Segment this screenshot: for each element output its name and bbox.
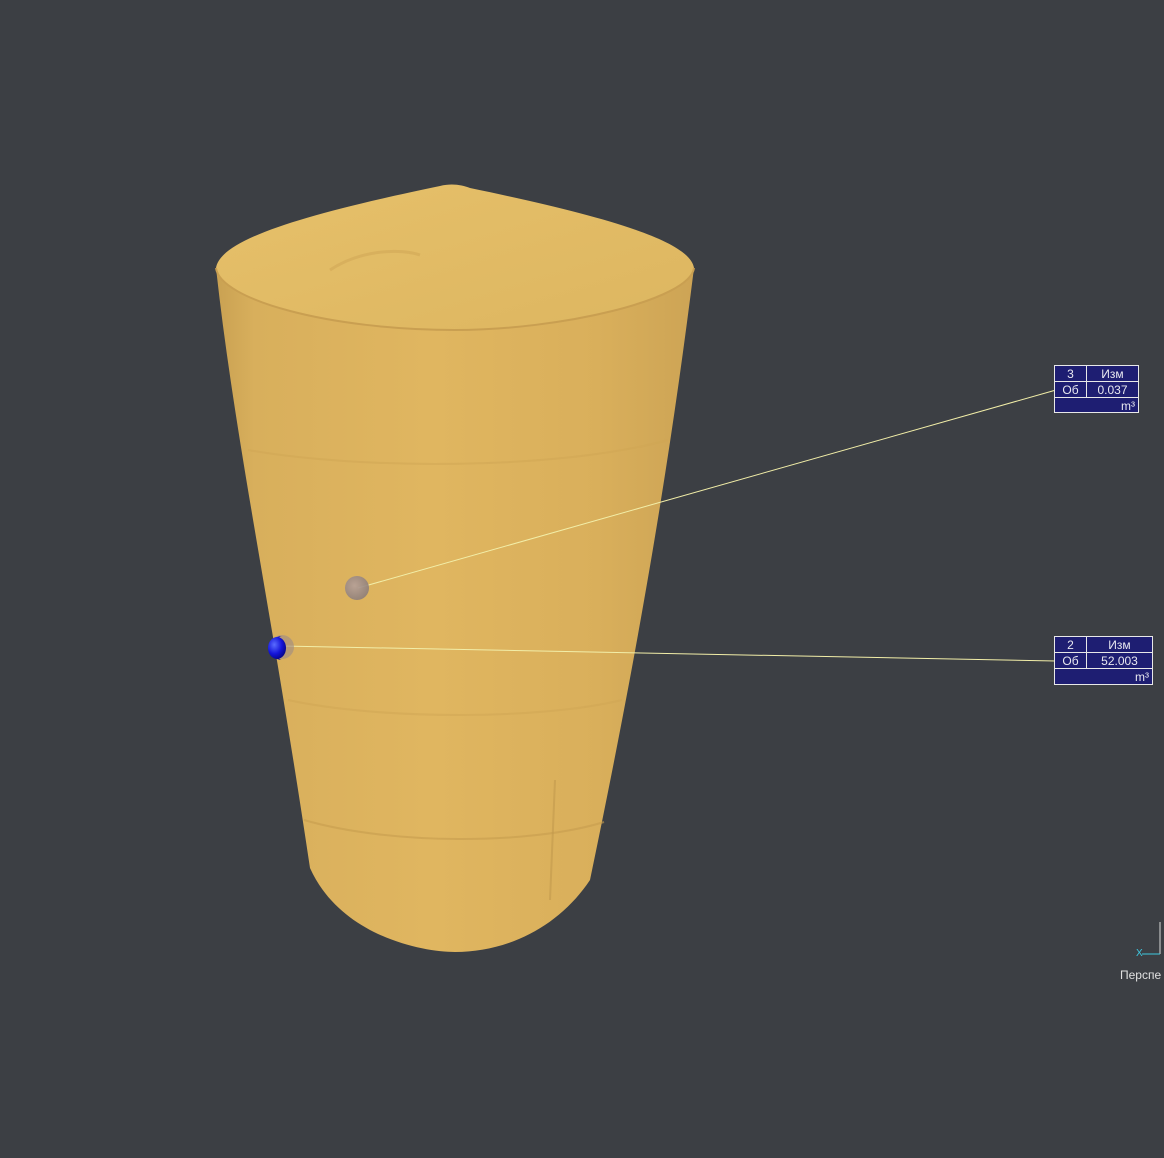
- measurement-label-unit-row: m³: [1055, 669, 1152, 684]
- measurement-label-unit-row: m³: [1055, 398, 1138, 413]
- measurement-header: Изм: [1101, 366, 1124, 381]
- measurement-label-value-row: Об 0.037: [1055, 382, 1138, 398]
- measurement-type: Об: [1055, 653, 1087, 668]
- measurement-label-value-row: Об 52.003: [1055, 653, 1152, 669]
- measurement-label-header: 2 Изм: [1055, 637, 1152, 653]
- measurement-label-3[interactable]: 3 Изм Об 0.037 m³: [1054, 365, 1139, 413]
- measurement-label-header: 3 Изм: [1055, 366, 1138, 382]
- axis-x-label: X: [1136, 948, 1143, 959]
- tank-model[interactable]: [215, 184, 695, 952]
- 3d-viewport[interactable]: 3 Изм Об 0.037 m³ 2 Изм Об 52.003 m³ X П…: [0, 0, 1164, 1158]
- measurement-id: 2: [1055, 637, 1087, 652]
- measurement-marker-3[interactable]: [345, 576, 369, 600]
- view-mode-label: Перспе: [1120, 968, 1162, 982]
- measurement-unit: m³: [1121, 398, 1135, 413]
- measurement-value: 0.037: [1097, 382, 1128, 397]
- measurement-type: Об: [1055, 382, 1087, 397]
- measurement-id: 3: [1055, 366, 1087, 381]
- measurement-unit: m³: [1135, 669, 1149, 684]
- measurement-value: 52.003: [1101, 653, 1138, 668]
- 3d-scene[interactable]: [0, 0, 1164, 1158]
- measurement-label-2[interactable]: 2 Изм Об 52.003 m³: [1054, 636, 1153, 685]
- tank-body[interactable]: [216, 268, 694, 952]
- measurement-header: Изм: [1108, 637, 1131, 652]
